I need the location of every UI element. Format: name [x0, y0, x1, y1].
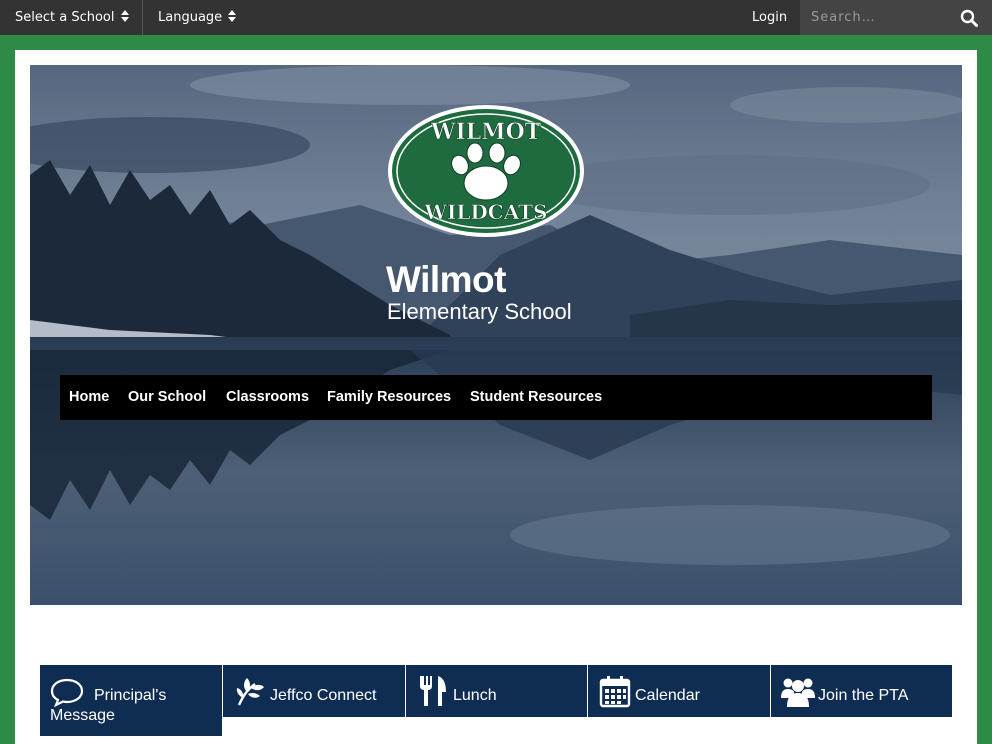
search-input[interactable]: [800, 0, 950, 35]
sort-arrows-icon: [120, 10, 129, 22]
quick-link-label: Principal's Message: [50, 687, 167, 724]
quick-link-label: Join the PTA: [818, 687, 909, 704]
sort-arrows-icon: [228, 10, 237, 22]
school-subtitle: Elementary School: [387, 299, 572, 324]
principals-message-link[interactable]: Principal's Message: [40, 665, 222, 736]
jeffco-connect-link[interactable]: Jeffco Connect: [223, 665, 405, 717]
join-pta-link[interactable]: Join the PTA: [771, 665, 952, 717]
fork-knife-icon: [420, 676, 446, 706]
nav-our-school[interactable]: Our School: [128, 375, 206, 420]
language-label: Language: [158, 10, 223, 25]
utility-bar: Select a School Language Login: [0, 0, 992, 35]
lunch-link[interactable]: Lunch: [406, 665, 587, 717]
quick-link-label: Lunch: [453, 687, 497, 704]
calendar-icon: [599, 676, 631, 708]
divider: [142, 0, 143, 35]
select-school-label: Select a School: [15, 10, 115, 25]
login-link[interactable]: Login: [752, 0, 787, 35]
search-icon[interactable]: [960, 9, 978, 27]
select-school-dropdown[interactable]: Select a School: [15, 0, 129, 35]
nav-classrooms[interactable]: Classrooms: [226, 375, 309, 420]
logo-text-top: WILMOT: [430, 119, 542, 145]
school-name: Wilmot: [386, 259, 506, 300]
quick-link-label: Jeffco Connect: [270, 687, 377, 704]
hero-banner: WILMOT WILDCATS Wilmot Elementary School…: [30, 65, 962, 605]
wilmot-wildcats-logo: WILMOT WILDCATS: [388, 105, 584, 237]
main-navigation: Home Our School Classrooms Family Resour…: [60, 375, 932, 420]
nav-home[interactable]: Home: [69, 375, 109, 420]
quick-link-label: Calendar: [635, 687, 700, 704]
calendar-link[interactable]: Calendar: [588, 665, 770, 717]
people-group-icon: [781, 678, 815, 707]
logo-text-bottom: WILDCATS: [424, 200, 548, 224]
plant-sprout-icon: [236, 678, 264, 706]
nav-family-resources[interactable]: Family Resources: [327, 375, 451, 420]
language-dropdown[interactable]: Language: [158, 0, 237, 35]
nav-student-resources[interactable]: Student Resources: [470, 375, 602, 420]
search-box: [800, 0, 992, 35]
